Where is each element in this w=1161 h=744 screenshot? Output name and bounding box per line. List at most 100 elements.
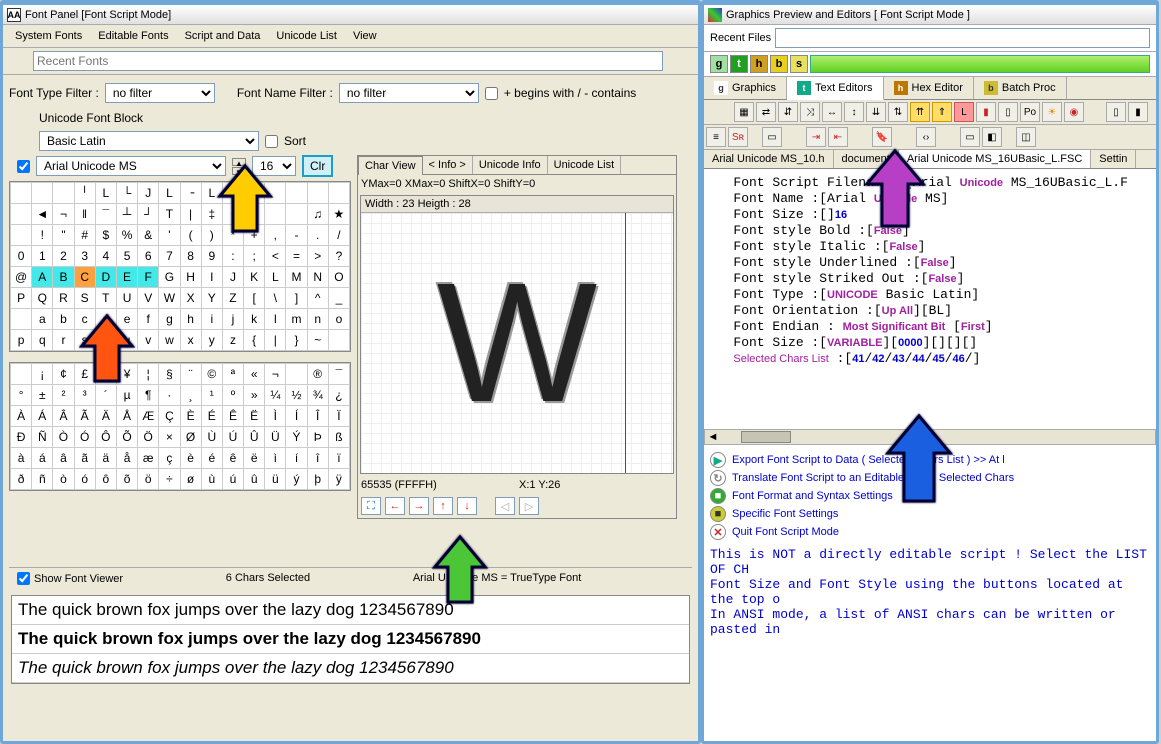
char-cell[interactable]: z [222, 330, 243, 351]
tab-graphics[interactable]: gGraphics [704, 77, 787, 99]
nav-down-icon[interactable]: ↓ [457, 497, 477, 515]
char-cell[interactable]: ² [53, 385, 74, 406]
char-cell[interactable]: Þ [307, 427, 328, 448]
char-cell[interactable]: U [116, 288, 137, 309]
char-cell[interactable] [328, 330, 349, 351]
chip-t[interactable]: t [730, 55, 748, 73]
char-cell[interactable]: D [95, 267, 116, 288]
char-cell[interactable]: y [201, 330, 222, 351]
doc-tab-settings[interactable]: Settin [1091, 150, 1136, 168]
char-cell[interactable]: æ [138, 448, 159, 469]
char-cell[interactable]: ö [138, 469, 159, 490]
tb-misc1-icon[interactable]: ▭ [960, 127, 980, 147]
char-cell[interactable]: └ [116, 183, 137, 204]
char-cell[interactable]: ª [222, 364, 243, 385]
char-cell[interactable]: L [95, 183, 116, 204]
char-cell[interactable]: l [265, 309, 286, 330]
char-cell[interactable]: ± [32, 385, 53, 406]
chip-h[interactable]: h [750, 55, 768, 73]
char-cell[interactable]: ß [328, 427, 349, 448]
char-cell[interactable]: Ä [95, 406, 116, 427]
char-cell[interactable]: Ç [159, 406, 180, 427]
char-cell[interactable]: ì [265, 448, 286, 469]
char-cell[interactable]: a [32, 309, 53, 330]
char-cell[interactable]: ¿ [328, 385, 349, 406]
char-cell[interactable]: 0 [11, 246, 32, 267]
tb-col2-icon[interactable]: ▮ [1128, 102, 1148, 122]
char-cell[interactable]: ‖ [74, 204, 95, 225]
char-cell[interactable]: 3 [74, 246, 95, 267]
char-cell[interactable]: ♫ [307, 204, 328, 225]
char-cell[interactable]: B [53, 267, 74, 288]
char-cell[interactable]: ╶ [180, 183, 201, 204]
char-cell[interactable] [11, 204, 32, 225]
char-cell[interactable]: ╵ [74, 183, 95, 204]
char-cell[interactable]: K [244, 267, 265, 288]
tb-upall-icon[interactable]: ⇑ [932, 102, 952, 122]
char-cell[interactable]: | [180, 204, 201, 225]
char-cell[interactable]: Ï [328, 406, 349, 427]
action-row[interactable]: ✕Quit Font Script Mode [710, 523, 1150, 541]
char-cell[interactable]: § [159, 364, 180, 385]
char-cell[interactable]: 2 [53, 246, 74, 267]
tb-rect-icon[interactable]: ▭ [762, 127, 782, 147]
char-cell[interactable]: ÿ [328, 469, 349, 490]
char-cell[interactable]: ¡ [32, 364, 53, 385]
char-cell[interactable]: - [286, 225, 307, 246]
tb-misc2-icon[interactable]: ◧ [982, 127, 1002, 147]
char-cell[interactable]: ┘ [138, 204, 159, 225]
char-cell[interactable]: ® [307, 364, 328, 385]
char-cell[interactable]: m [286, 309, 307, 330]
char-cell[interactable]: ç [159, 448, 180, 469]
char-cell[interactable]: º [222, 385, 243, 406]
char-cell[interactable] [11, 364, 32, 385]
tab-info[interactable]: < Info > [423, 156, 473, 174]
contains-checkbox[interactable] [485, 87, 498, 100]
char-cell[interactable]: ÷ [159, 469, 180, 490]
char-cell[interactable]: r [53, 330, 74, 351]
char-cell[interactable]: p [11, 330, 32, 351]
char-cell[interactable]: ! [32, 225, 53, 246]
char-cell[interactable]: Æ [138, 406, 159, 427]
tab-hex-editor[interactable]: hHex Editor [884, 77, 974, 99]
nav-next-icon[interactable]: ▷ [519, 497, 539, 515]
char-cell[interactable]: Ý [286, 427, 307, 448]
char-cell[interactable] [286, 364, 307, 385]
char-cell[interactable]: ½ [286, 385, 307, 406]
tb-hflip-icon[interactable]: ⇄ [756, 102, 776, 122]
font-name-filter[interactable]: no filter [339, 83, 479, 103]
menu-system-fonts[interactable]: System Fonts [7, 27, 90, 45]
tb-tgt-icon[interactable]: ◉ [1064, 102, 1084, 122]
char-cell[interactable]: Ë [244, 406, 265, 427]
char-cell[interactable]: 5 [116, 246, 137, 267]
char-cell[interactable]: @ [11, 267, 32, 288]
tb-menu-icon[interactable]: ≡ [706, 127, 726, 147]
char-cell[interactable]: . [307, 225, 328, 246]
char-cell[interactable]: ┴ [116, 204, 137, 225]
char-cell[interactable]: ¶ [138, 385, 159, 406]
tb-vflip-icon[interactable]: ⇵ [778, 102, 798, 122]
char-cell[interactable]: õ [116, 469, 137, 490]
char-cell[interactable]: À [11, 406, 32, 427]
char-cell[interactable]: ë [244, 448, 265, 469]
tab-batch-proc[interactable]: bBatch Proc [974, 77, 1067, 99]
char-cell[interactable]: ú [222, 469, 243, 490]
char-cell[interactable]: ; [244, 246, 265, 267]
char-cell[interactable]: è [180, 448, 201, 469]
char-cell[interactable]: J [138, 183, 159, 204]
char-cell[interactable]: C [74, 267, 95, 288]
menu-editable-fonts[interactable]: Editable Fonts [90, 27, 176, 45]
char-cell[interactable]: É [201, 406, 222, 427]
char-cell[interactable]: b [53, 309, 74, 330]
char-cell[interactable]: P [11, 288, 32, 309]
char-cell[interactable]: ¨ [180, 364, 201, 385]
char-cell[interactable]: ô [95, 469, 116, 490]
char-cell[interactable]: o [328, 309, 349, 330]
tb-po-icon[interactable]: Po [1020, 102, 1040, 122]
nav-right-icon[interactable]: → [409, 497, 429, 515]
char-cell[interactable]: 8 [180, 246, 201, 267]
char-cell[interactable]: â [53, 448, 74, 469]
tb-out-icon[interactable]: ⇤ [828, 127, 848, 147]
char-cell[interactable]: X [180, 288, 201, 309]
char-cell[interactable] [286, 204, 307, 225]
